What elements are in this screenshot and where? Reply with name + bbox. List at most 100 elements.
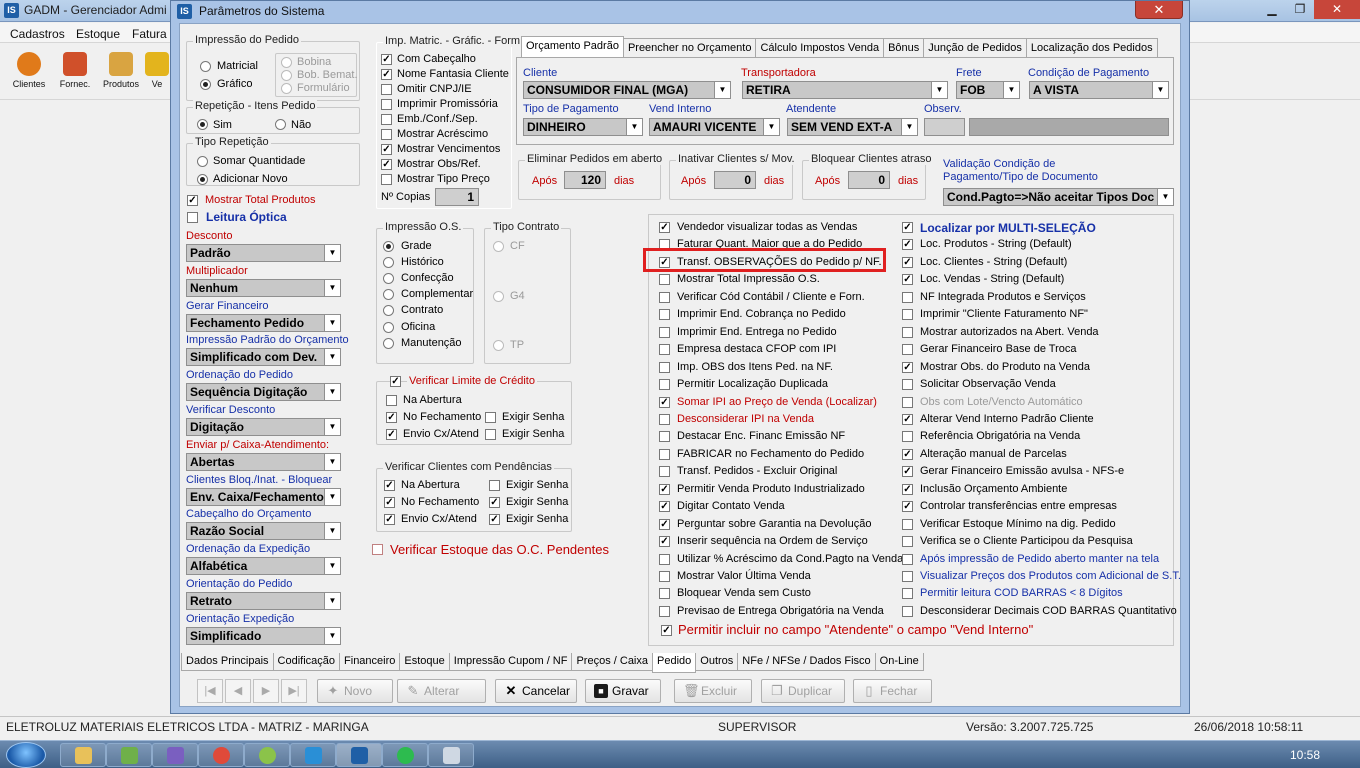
checkbox-limite-envio[interactable]: ✓ xyxy=(386,429,397,440)
chevron-down-icon[interactable]: ▼ xyxy=(324,523,340,540)
novo-button[interactable]: ✦ Novo xyxy=(317,679,393,703)
atendente-combo[interactable]: SEM VEND EXT-A ▼ xyxy=(787,118,918,136)
checkbox-previsao-de-entrega-obrigatoria-na-venda[interactable] xyxy=(659,605,670,617)
checkbox-alteracao-manual-de-parcelas[interactable]: ✓ xyxy=(902,448,913,460)
checkbox-imprimir-promissoria[interactable] xyxy=(381,99,392,110)
chevron-down-icon[interactable]: ▼ xyxy=(324,245,340,261)
chevron-down-icon[interactable]: ▼ xyxy=(1157,189,1173,205)
tab-bonus[interactable]: Bônus xyxy=(883,38,925,57)
checkbox-somar-ipi-ao-preco-de-venda-localizar[interactable]: ✓ xyxy=(659,396,670,408)
checkbox-transf-pedidos-excluir-original[interactable] xyxy=(659,466,670,478)
checkbox-utilizar-acrescimo-da-cond-pagto-na-vend[interactable] xyxy=(659,553,670,565)
bottom-tab-outros[interactable]: Outros xyxy=(695,653,739,671)
chevron-down-icon[interactable]: ▼ xyxy=(901,119,917,135)
vend-interno-combo[interactable]: AMAURI VICENTE ▼ xyxy=(649,118,780,136)
toolbar-produtos-button[interactable]: Produtos xyxy=(98,48,144,89)
taskbar-chrome-icon[interactable] xyxy=(198,743,244,767)
chevron-down-icon[interactable]: ▼ xyxy=(714,82,730,98)
checkbox-mostrar-autorizados-na-abert-venda[interactable] xyxy=(902,326,913,338)
checkbox-imprimir-end-cobranca-no-pedido[interactable] xyxy=(659,309,670,321)
checkbox-limite-no-fechamento[interactable]: ✓ xyxy=(386,412,397,423)
radio-os-historico[interactable] xyxy=(383,257,394,269)
checkbox-verifica-se-o-cliente-participou-da-pesq[interactable] xyxy=(902,536,913,548)
checkbox-desconsiderar-decimais-cod-barras-quanti[interactable] xyxy=(902,605,913,617)
taskbar-remote-icon[interactable] xyxy=(290,743,336,767)
validacao-combo[interactable]: Cond.Pagto=>Não aceitar Tipos Doc ▼ xyxy=(943,188,1174,206)
close-icon[interactable]: ✕ xyxy=(1314,0,1360,19)
checkbox-imp-obs-dos-itens-ped-na-nf[interactable] xyxy=(659,361,670,373)
radio-bob-bemat[interactable] xyxy=(281,70,292,81)
checkbox-permitir-atendente[interactable]: ✓ xyxy=(661,625,672,636)
eliminar-dias-field[interactable]: 120 xyxy=(564,171,606,189)
left-combo-gerar-financeiro[interactable]: Fechamento Pedido ▼ xyxy=(186,313,341,332)
left-combo-enviar-p-caixa-atendimento[interactable]: Abertas ▼ xyxy=(186,452,341,471)
left-combo-clientes-bloq-inat-bloquear[interactable]: Env. Caixa/Fechamento ▼ xyxy=(186,487,341,506)
checkbox-mostrar-vencimentos[interactable]: ✓ xyxy=(381,144,392,155)
radio-os-confeccao[interactable] xyxy=(383,273,394,285)
alterar-button[interactable]: ✎ Alterar xyxy=(397,679,486,703)
checkbox-com-cabecalho[interactable]: ✓ xyxy=(381,54,392,65)
checkbox-visualizar-precos-dos-produtos-com-adici[interactable] xyxy=(902,571,913,582)
checkbox-imprimir-cliente-faturamento-nf[interactable] xyxy=(902,309,913,321)
chevron-down-icon[interactable]: ▼ xyxy=(324,488,340,505)
chevron-down-icon[interactable]: ▼ xyxy=(324,349,340,366)
duplicar-button[interactable]: ❐ Duplicar xyxy=(761,679,845,703)
cliente-combo[interactable]: CONSUMIDOR FINAL (MGA) ▼ xyxy=(523,81,731,99)
gravar-button[interactable]: ■ Gravar xyxy=(585,679,661,703)
condicao-combo[interactable]: A VISTA ▼ xyxy=(1029,81,1169,99)
taskbar-teamviewer-icon[interactable] xyxy=(244,743,290,767)
chevron-down-icon[interactable]: ▼ xyxy=(324,593,340,609)
checkbox-verificar-estoque-minimo-na-dig-pedido[interactable] xyxy=(902,518,913,530)
tab-preencher-orcamento[interactable]: Preencher no Orçamento xyxy=(622,38,757,57)
checkbox-perguntar-sobre-garantia-na-devolucao[interactable]: ✓ xyxy=(659,518,670,530)
toolbar-fornec-button[interactable]: Fornec. xyxy=(52,48,98,89)
left-combo-ordenacao-do-pedido[interactable]: Sequência Digitação ▼ xyxy=(186,383,341,402)
left-combo-verificar-desconto[interactable]: Digitação ▼ xyxy=(186,418,341,436)
maximize-icon[interactable]: ❐ xyxy=(1286,0,1314,19)
radio-os-grade[interactable] xyxy=(383,241,394,252)
radio-grafico[interactable] xyxy=(200,79,211,90)
chevron-down-icon[interactable]: ▼ xyxy=(931,82,947,98)
checkbox-gerar-financeiro-base-de-troca[interactable] xyxy=(902,344,913,356)
left-combo-ordenacao-da-expedicao[interactable]: Alfabética ▼ xyxy=(186,557,341,576)
minimize-icon[interactable]: ▁ xyxy=(1258,0,1286,19)
radio-repeticao-sim[interactable] xyxy=(197,119,208,130)
radio-os-oficina[interactable] xyxy=(383,321,394,333)
checkbox-permitir-leitura-cod-barras-8-digitos[interactable] xyxy=(902,588,913,600)
checkbox-nome-fantasia-cliente[interactable]: ✓ xyxy=(381,69,392,80)
tab-orcamento-padrao[interactable]: Orçamento Padrão xyxy=(521,36,624,57)
left-combo-orientacao-do-pedido[interactable]: Retrato ▼ xyxy=(186,592,341,610)
tab-localizacao-pedidos[interactable]: Localização dos Pedidos xyxy=(1025,38,1158,57)
checkbox-mostrar-acrescimo[interactable] xyxy=(381,129,392,140)
checkbox-imprimir-end-entrega-no-pedido[interactable] xyxy=(659,326,670,338)
checkbox-limite-fechamento-senha[interactable] xyxy=(485,412,496,423)
checkbox-emb-conf-sep[interactable] xyxy=(381,114,392,125)
frete-combo[interactable]: FOB ▼ xyxy=(956,81,1020,99)
radio-tp[interactable] xyxy=(493,340,504,351)
left-combo-desconto[interactable]: Padrão ▼ xyxy=(186,244,341,262)
toolbar-clientes-button[interactable]: Clientes xyxy=(6,48,52,89)
last-record-button[interactable]: ▶| xyxy=(281,679,307,703)
bottom-tab-financeiro[interactable]: Financeiro xyxy=(339,653,401,671)
toolbar-vendas-button[interactable]: Ve xyxy=(144,48,170,89)
radio-adicionar-novo[interactable] xyxy=(197,174,208,185)
taskbar-notepad-icon[interactable] xyxy=(428,743,474,767)
left-combo-orientacao-expedicao[interactable]: Simplificado ▼ xyxy=(186,626,341,645)
radio-formulario[interactable] xyxy=(281,83,292,94)
checkbox-loc-clientes-string-default[interactable]: ✓ xyxy=(902,256,913,268)
fechar-button[interactable]: ▯ Fechar xyxy=(853,679,932,703)
next-record-button[interactable]: ▶ xyxy=(253,679,279,703)
radio-os-complementar[interactable] xyxy=(383,289,394,301)
checkbox-loc-produtos-string-default[interactable]: ✓ xyxy=(902,239,913,251)
checkbox-loc-vendas-string-default[interactable]: ✓ xyxy=(902,274,913,286)
bottom-tab-pedido[interactable]: Pedido xyxy=(652,653,697,673)
checkbox-solicitar-observacao-venda[interactable] xyxy=(902,379,913,390)
taskbar-app-icon[interactable] xyxy=(152,743,198,767)
checkbox-digitar-contato-venda[interactable]: ✓ xyxy=(659,501,670,513)
checkbox-inclusao-orcamento-ambiente[interactable]: ✓ xyxy=(902,483,913,495)
menu-cadastros[interactable]: Cadastros xyxy=(10,27,65,41)
checkbox-vendedor-visualizar-todas-as-vendas[interactable]: ✓ xyxy=(659,222,670,233)
start-button[interactable] xyxy=(6,742,46,768)
chevron-down-icon[interactable]: ▼ xyxy=(324,419,340,435)
checkbox-pend-fechamento-senha[interactable]: ✓ xyxy=(489,497,500,508)
